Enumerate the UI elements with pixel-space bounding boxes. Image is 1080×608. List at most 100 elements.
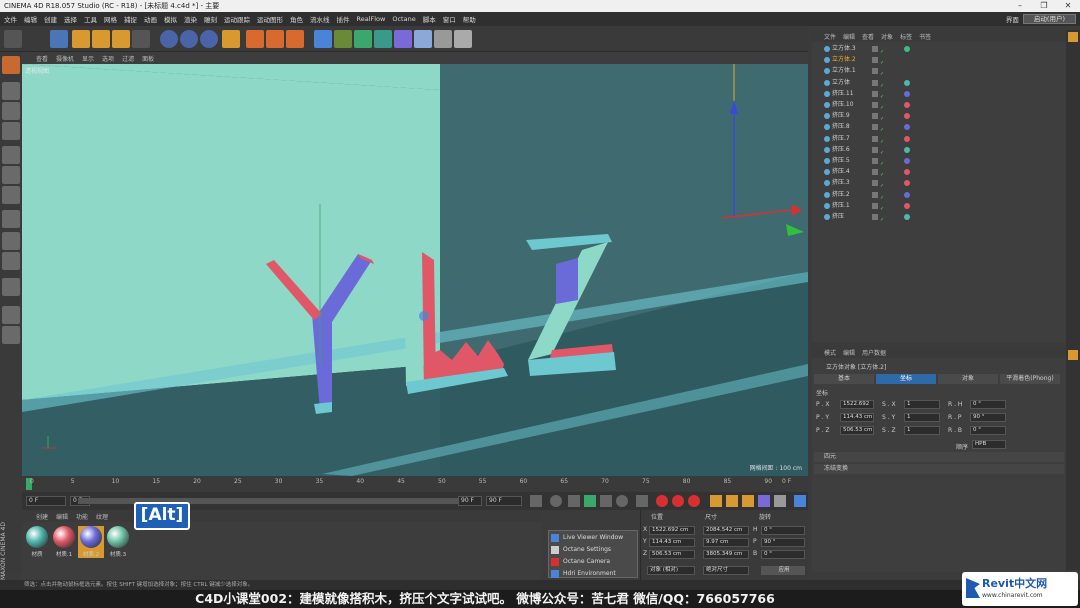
octane-menu-item[interactable]: Octane Settings (563, 546, 611, 553)
viewport-menu-item[interactable]: 选项 (102, 54, 114, 63)
menu-item[interactable]: 雕刻 (204, 14, 217, 24)
layer-toggle[interactable] (872, 214, 878, 220)
material-tag-icon[interactable] (904, 169, 910, 176)
material-tag-icon[interactable] (904, 180, 910, 187)
menu-item[interactable]: 编辑 (24, 14, 37, 24)
layer-toggle[interactable] (872, 169, 878, 176)
menu-item[interactable]: 捕捉 (124, 14, 137, 24)
object-menu-item[interactable]: 标签 (900, 32, 912, 41)
layer-toggle[interactable] (872, 202, 878, 209)
attribute-menu-item[interactable]: 模式 (824, 348, 836, 357)
render-view-icon[interactable] (246, 30, 264, 48)
material-tag-icon[interactable] (904, 113, 910, 120)
scale-field[interactable]: 1 (904, 400, 940, 409)
coords-position-field[interactable]: 1522.692 cm (649, 526, 695, 535)
material-swatch[interactable]: 材质.2 (78, 526, 104, 558)
recent-tool-icon[interactable] (132, 30, 150, 48)
goto-start-icon[interactable] (530, 495, 542, 507)
layer-toggle[interactable] (872, 191, 878, 198)
collapsed-section[interactable]: 四元 (814, 452, 1064, 462)
attributes-tab[interactable] (1068, 350, 1078, 360)
object-menu-item[interactable]: 书签 (919, 32, 931, 41)
menu-item[interactable]: 流水线 (310, 14, 330, 24)
object-row[interactable]: 挤压.6 ✓ (824, 145, 1066, 156)
material-swatch[interactable]: 材质.1 (51, 526, 77, 558)
menu-item[interactable]: 角色 (290, 14, 303, 24)
close-icon[interactable]: ✕ (1056, 0, 1080, 12)
move-tool-icon[interactable] (72, 30, 90, 48)
collapsed-section[interactable]: 冻结变换 (814, 464, 1064, 474)
scale-tool-icon[interactable] (92, 30, 110, 48)
menu-item[interactable]: 动画 (144, 14, 157, 24)
material-tag-icon[interactable] (904, 46, 910, 52)
material-swatch[interactable]: 材质.3 (105, 526, 131, 558)
menu-item[interactable]: 渲染 (184, 14, 197, 24)
scale-field[interactable]: 1 (904, 426, 940, 435)
key-pla-icon[interactable] (774, 495, 786, 507)
camera-icon[interactable] (434, 30, 452, 48)
attribute-tab[interactable]: 平滑着色(Phong) (1000, 374, 1060, 384)
edges-mode-icon[interactable] (2, 166, 20, 184)
menu-item[interactable]: Octane (392, 15, 415, 23)
coords-size-field[interactable]: 9.97 cm (703, 538, 749, 547)
key-scale-icon[interactable] (726, 495, 738, 507)
snap-icon[interactable] (2, 252, 20, 270)
object-row[interactable]: 挤压.7 ✓ (824, 134, 1066, 145)
material-tag-icon[interactable] (904, 90, 910, 97)
menu-item[interactable]: 窗口 (443, 14, 456, 24)
max-frame-field[interactable]: 90 F (486, 496, 522, 506)
material-tag-icon[interactable] (904, 146, 910, 153)
layer-toggle[interactable] (872, 135, 878, 142)
next-frame-icon[interactable] (600, 495, 612, 507)
object-menu-item[interactable]: 编辑 (843, 32, 855, 41)
floor-icon[interactable] (414, 30, 432, 48)
attribute-menu-item[interactable]: 编辑 (843, 348, 855, 357)
coordinate-system-icon[interactable] (222, 30, 240, 48)
pen-spline-icon[interactable] (334, 30, 352, 48)
menu-item[interactable]: 脚本 (423, 14, 436, 24)
render-settings-icon[interactable] (286, 30, 304, 48)
make-editable-icon[interactable] (2, 56, 20, 74)
apply-button[interactable]: 应用 (761, 566, 805, 575)
coords-size-field[interactable]: 3805.349 cm (703, 550, 749, 559)
coords-mode-select[interactable]: 对象 (相对) (647, 566, 695, 575)
menu-item[interactable]: 文件 (4, 14, 17, 24)
render-picture-viewer-icon[interactable] (266, 30, 284, 48)
material-tag-icon[interactable] (904, 135, 910, 142)
rotate-tool-icon[interactable] (112, 30, 130, 48)
axis-mode-icon[interactable] (2, 210, 20, 228)
coords-rotation-field[interactable]: 0 ° (761, 526, 805, 535)
coords-size-mode-select[interactable]: 绝对尺寸 (703, 566, 749, 575)
attribute-menu-item[interactable]: 用户数据 (862, 348, 886, 357)
model-mode-icon[interactable] (2, 82, 20, 100)
layer-toggle[interactable] (872, 146, 878, 153)
attribute-tab[interactable]: 坐标 (876, 374, 936, 384)
material-tag-icon[interactable] (904, 102, 910, 108)
layer-toggle[interactable] (872, 180, 878, 187)
coords-size-field[interactable]: 2084.542 cm (703, 526, 749, 535)
objects-tab[interactable] (1068, 32, 1078, 42)
y-axis-lock-icon[interactable] (180, 30, 198, 48)
menu-item[interactable]: 工具 (84, 14, 97, 24)
deformer-icon[interactable] (394, 30, 412, 48)
cube-primitive-icon[interactable] (314, 30, 332, 48)
object-row[interactable]: 挤压.8 ✓ (824, 122, 1066, 133)
rotation-field[interactable]: 0 ° (970, 400, 1006, 409)
menu-item[interactable]: 创建 (44, 14, 57, 24)
object-row[interactable]: 挤压.4 ✓ (824, 167, 1066, 178)
object-row[interactable]: 挤压.2 ✓ (824, 190, 1066, 201)
layout-select[interactable]: 启动(用户) (1022, 14, 1076, 24)
object-row[interactable]: 立方体.1 ✓ (824, 66, 1066, 77)
menu-item[interactable]: 选择 (64, 14, 77, 24)
material-tag-icon[interactable] (904, 124, 910, 131)
coords-rotation-field[interactable]: 0 ° (761, 550, 805, 559)
autokey-icon[interactable] (672, 495, 684, 507)
material-menu-item[interactable]: 创建 (36, 512, 48, 521)
polygons-mode-icon[interactable] (2, 186, 20, 204)
quantize-icon[interactable] (2, 278, 20, 296)
material-tag-icon[interactable] (904, 158, 910, 164)
menu-item[interactable]: 运动图形 (257, 14, 283, 24)
layer-toggle[interactable] (872, 90, 878, 97)
octane-menu-item[interactable]: Live Viewer Window (563, 534, 623, 541)
texture-mode-icon[interactable] (2, 102, 20, 120)
